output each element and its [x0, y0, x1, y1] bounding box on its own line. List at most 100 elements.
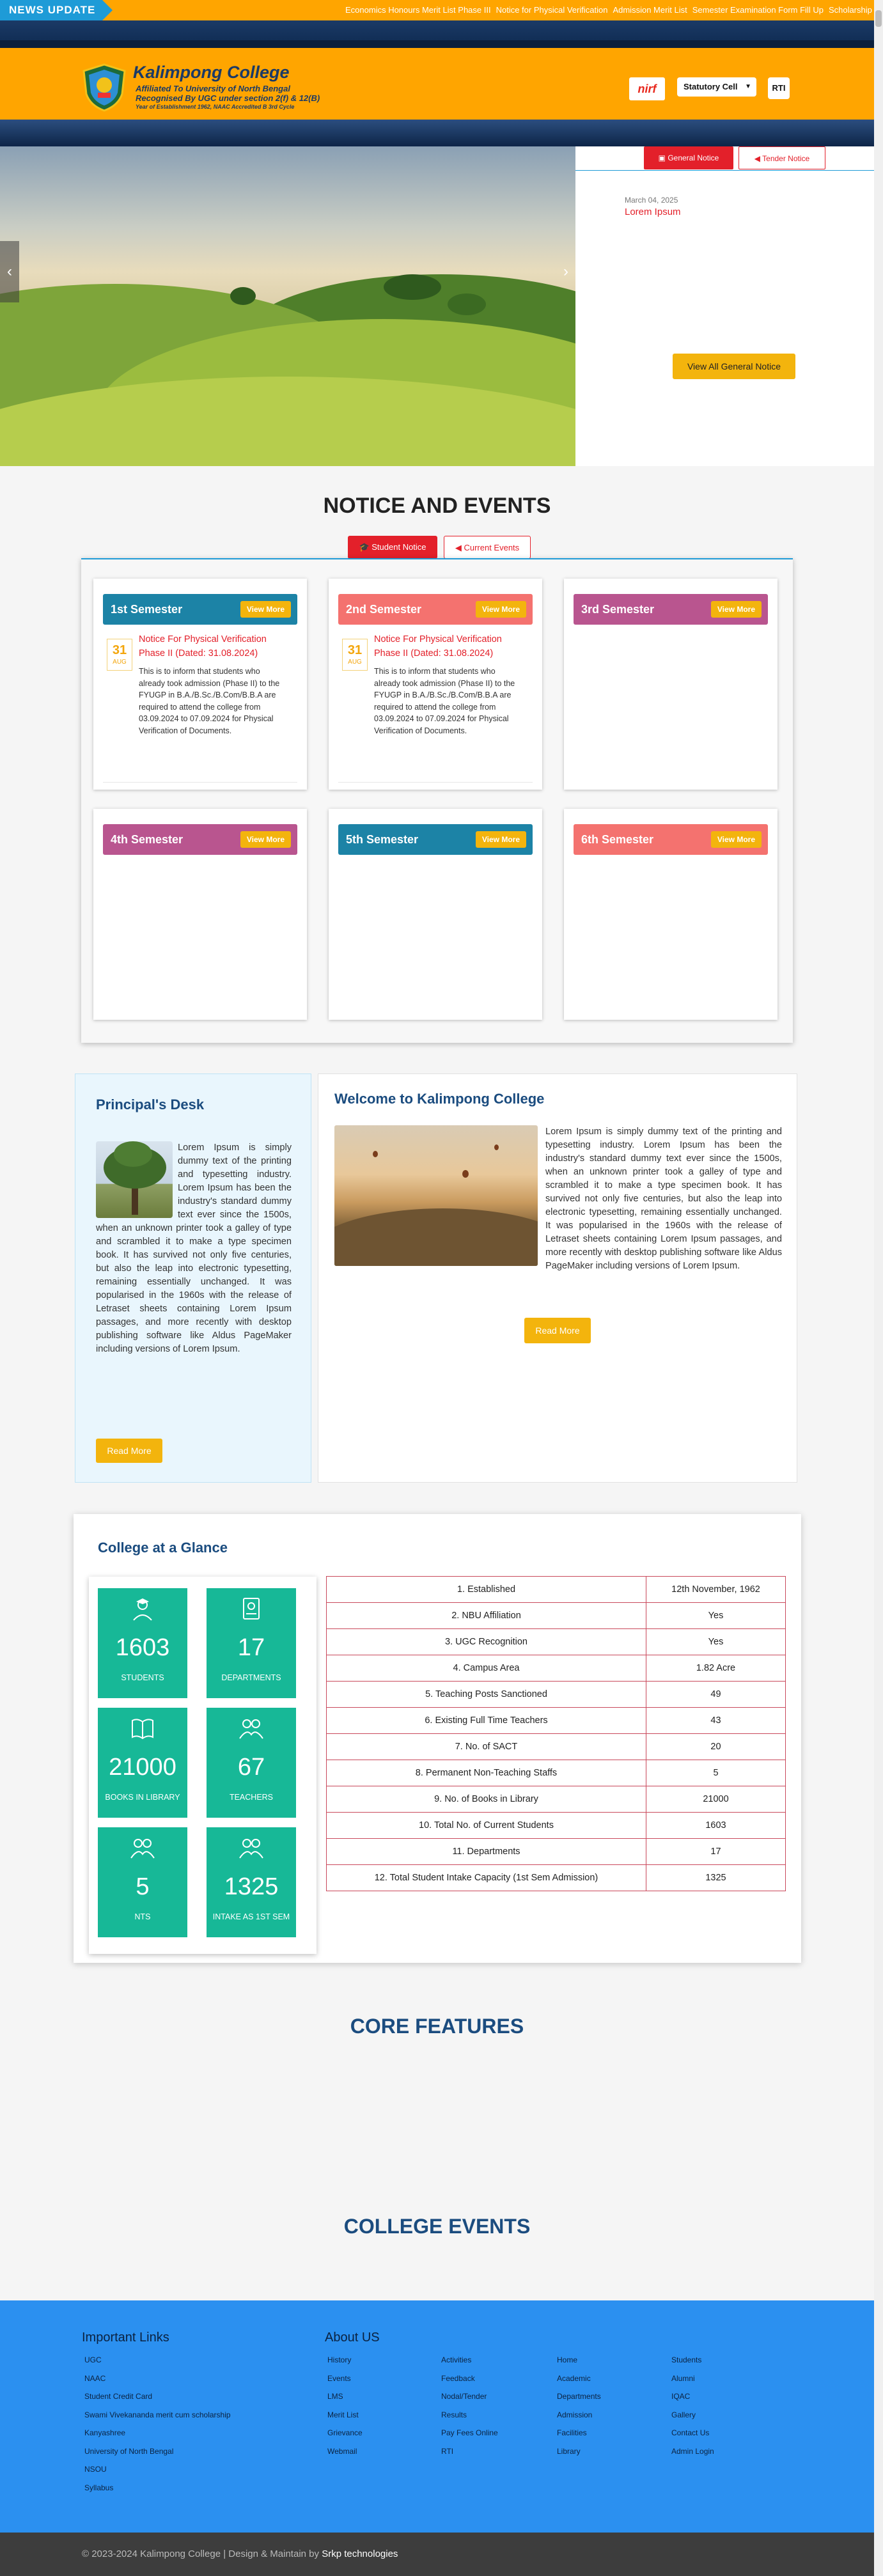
stat-value: 1603	[115, 1634, 170, 1661]
footer-about-link[interactable]: Admission	[557, 2410, 592, 2419]
divider	[338, 782, 533, 783]
table-row: 11. Departments 17	[326, 1838, 786, 1865]
footer-about-link[interactable]: Admin Login	[671, 2447, 714, 2456]
about-us-title: About US	[325, 2330, 380, 2345]
footer-about-link[interactable]: Contact Us	[671, 2428, 709, 2437]
stat-card: 5 NTS	[98, 1827, 187, 1937]
statutory-cell-dropdown[interactable]: Statutory Cell ▼	[677, 77, 756, 97]
rti-button[interactable]: RTI	[768, 77, 790, 99]
footer-about-link[interactable]: IQAC	[671, 2392, 690, 2401]
college-logo[interactable]	[81, 63, 127, 112]
stat-label: DEPARTMENTS	[221, 1673, 281, 1682]
stat-card: 17 DEPARTMENTS	[207, 1588, 296, 1698]
tab-current-events-label: Current Events	[464, 543, 520, 552]
footer-about-link[interactable]: Alumni	[671, 2374, 695, 2383]
welcome-read-more-button[interactable]: Read More	[524, 1318, 591, 1343]
table-row: 4. Campus Area 1.82 Acre	[326, 1655, 786, 1682]
news-ticker[interactable]: Economics Honours Merit List Phase III No…	[345, 0, 883, 20]
table-row: 1. Established 12th November, 1962	[326, 1576, 786, 1603]
table-row: 3. UGC Recognition Yes	[326, 1628, 786, 1655]
view-all-general-notice-button[interactable]: View All General Notice	[673, 354, 795, 379]
footer-about-link[interactable]: RTI	[441, 2447, 453, 2456]
footer-about-link[interactable]: Webmail	[327, 2447, 357, 2456]
news-item[interactable]: Economics Honours Merit List Phase III	[345, 5, 491, 15]
footer-about-link[interactable]: Grievance	[327, 2428, 363, 2437]
footer-about-link[interactable]: Students	[671, 2355, 701, 2364]
footer-important-link[interactable]: UGC	[84, 2355, 102, 2364]
view-more-button[interactable]: View More	[710, 831, 762, 848]
notice-title-link[interactable]: Notice For Physical Verification Phase I…	[374, 632, 527, 660]
notice-month: AUG	[348, 659, 362, 666]
semester-card: 1st Semester View More 31 AUG Notice For Phy…	[93, 579, 307, 790]
notice-title-link[interactable]: Notice For Physical Verification Phase I…	[139, 632, 292, 660]
news-label: NEWS UPDATE	[0, 0, 113, 20]
news-item[interactable]: Admission Merit List	[613, 5, 687, 15]
footer-about-link[interactable]: Academic	[557, 2374, 591, 2383]
table-cell-label: 2. NBU Affiliation	[326, 1602, 646, 1629]
table-cell-label: 12. Total Student Intake Capacity (1st S…	[326, 1864, 646, 1891]
footer-about-link[interactable]: Pay Fees Online	[441, 2428, 498, 2437]
semester-card: 3rd Semester View More	[564, 579, 778, 790]
footer-important-link[interactable]: Syllabus	[84, 2483, 113, 2492]
developer-link[interactable]: Srkp technologies	[322, 2549, 398, 2559]
footer-about-link[interactable]: Nodal/Tender	[441, 2392, 487, 2401]
footer-important-link[interactable]: University of North Bengal	[84, 2447, 173, 2456]
view-more-button[interactable]: View More	[475, 831, 526, 848]
principal-read-more-button[interactable]: Read More	[96, 1439, 162, 1463]
departments-icon	[243, 1598, 260, 1620]
notice-link[interactable]: Lorem Ipsum	[625, 207, 681, 217]
view-more-button[interactable]: View More	[710, 601, 762, 618]
table-cell-label: 10. Total No. of Current Students	[326, 1812, 646, 1839]
footer-important-link[interactable]: Kanyashree	[84, 2428, 125, 2437]
footer-about-link[interactable]: Library	[557, 2447, 581, 2456]
footer-about-link[interactable]: Gallery	[671, 2410, 696, 2419]
notice-date: March 04, 2025	[625, 196, 678, 205]
tab-general-notice[interactable]: ▣ General Notice	[644, 146, 733, 169]
principal-desk-title: Principal's Desk	[96, 1097, 205, 1112]
footer-important-link[interactable]: Student Credit Card	[84, 2392, 152, 2401]
footer-about-link[interactable]: Departments	[557, 2392, 601, 2401]
page-scrollbar[interactable]	[874, 0, 883, 2576]
footer-about-link[interactable]: Merit List	[327, 2410, 359, 2419]
news-item[interactable]: Notice for Physical Verification	[496, 5, 608, 15]
notice-date-badge: 31 AUG	[342, 639, 368, 671]
footer-about-link[interactable]: LMS	[327, 2392, 343, 2401]
footer-about-link[interactable]: Home	[557, 2355, 577, 2364]
footer-important-link[interactable]: NSOU	[84, 2465, 107, 2474]
notice-day: 31	[347, 643, 363, 657]
hero-next-button[interactable]: ›	[556, 241, 575, 302]
footer-important-link[interactable]: Swami Vivekananda merit cum scholarship	[84, 2410, 231, 2419]
view-more-button[interactable]: View More	[240, 831, 291, 848]
college-name[interactable]: Kalimpong College	[133, 63, 290, 82]
nirf-button[interactable]: nirf	[629, 77, 665, 100]
footer-about-link[interactable]: Events	[327, 2374, 351, 2383]
footer-about-link[interactable]: History	[327, 2355, 351, 2364]
footer-about-link[interactable]: Facilities	[557, 2428, 587, 2437]
hero-carousel[interactable]	[0, 146, 575, 466]
megaphone-icon: ◀	[754, 154, 763, 163]
footer-important-link[interactable]: NAAC	[84, 2374, 105, 2383]
semester-card: 6th Semester View More	[564, 809, 778, 1020]
table-cell-value: 49	[646, 1681, 786, 1708]
stat-value: 1325	[224, 1873, 279, 1900]
hero-prev-button[interactable]: ‹	[0, 241, 19, 302]
footer-about-link[interactable]: Feedback	[441, 2374, 475, 2383]
graduation-cap-icon: 🎓	[359, 542, 372, 552]
view-more-button[interactable]: View More	[475, 601, 526, 618]
tab-student-notice[interactable]: 🎓 Student Notice	[348, 536, 437, 559]
tab-current-events[interactable]: ◀ Current Events	[444, 536, 531, 559]
footer-about-link[interactable]: Activities	[441, 2355, 471, 2364]
footer-about-link[interactable]: Results	[441, 2410, 467, 2419]
news-item[interactable]: Semester Examination Form Fill Up	[692, 5, 824, 15]
section-title-college-events: COLLEGE EVENTS	[343, 2215, 531, 2238]
view-more-button[interactable]: View More	[240, 601, 291, 618]
stat-value: 5	[136, 1873, 150, 1900]
stat-card: 1603 STUDENTS	[98, 1588, 187, 1698]
tab-tender-notice[interactable]: ◀ Tender Notice	[738, 146, 825, 169]
nav-band	[0, 120, 874, 146]
table-cell-label: 6. Existing Full Time Teachers	[326, 1707, 646, 1734]
building-icon: ▣	[658, 153, 668, 162]
notice-day: 31	[112, 643, 127, 657]
scrollbar-thumb[interactable]	[875, 10, 882, 27]
welcome-body: Lorem Ipsum is simply dummy text of the …	[545, 1127, 782, 1271]
